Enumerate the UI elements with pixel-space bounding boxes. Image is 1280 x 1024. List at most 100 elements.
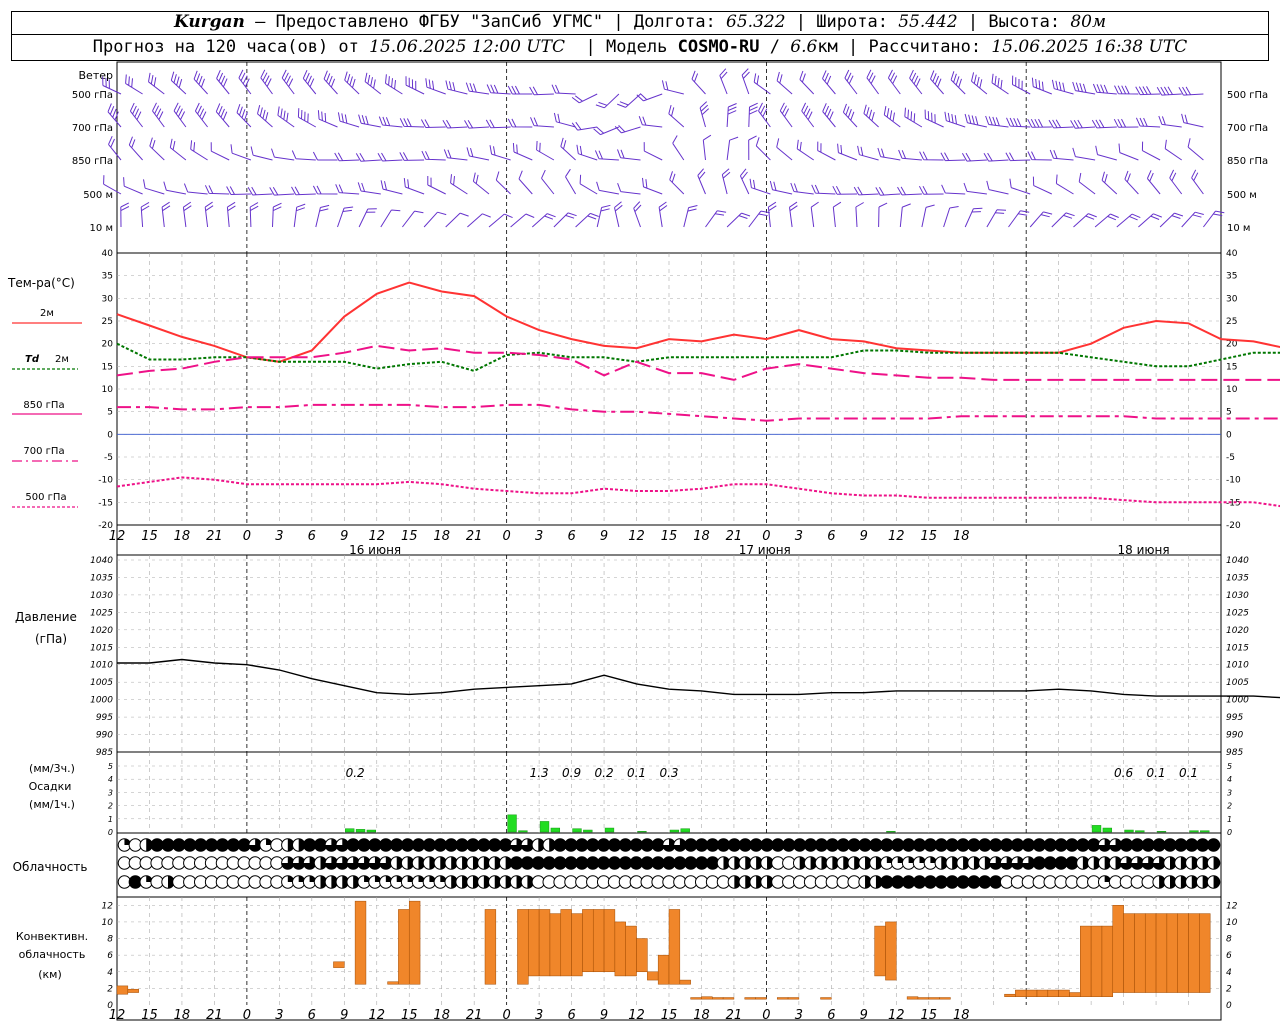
pressure-line (117, 658, 1280, 699)
wind-barb (898, 149, 922, 161)
wind-barb (269, 186, 295, 196)
wind-barb (489, 145, 511, 161)
wind-barb (790, 182, 814, 195)
precip-total-label: 0.2 (346, 766, 365, 780)
convective-bar (1058, 989, 1070, 997)
wind-barb (579, 174, 598, 195)
time-label-bottom: 9 (860, 1008, 868, 1023)
precip-bar (355, 829, 366, 833)
convective-bar (398, 909, 410, 985)
wind-barb (194, 102, 208, 128)
wind-barb (1095, 145, 1117, 161)
convective-bar (690, 997, 702, 1000)
wind-barb (1113, 118, 1139, 128)
wind-barb (776, 138, 793, 161)
wind-barb (617, 93, 641, 108)
time-label-bottom: 18 (174, 1008, 191, 1023)
time-label-top: 9 (340, 529, 348, 544)
convective-bar (528, 909, 540, 977)
wind-barb (721, 168, 731, 195)
wind-barb (636, 93, 663, 102)
wind-barb (789, 201, 798, 228)
precip-tick-left: 4 (108, 775, 113, 784)
wind-barb (425, 78, 446, 95)
convective-bar (647, 971, 659, 981)
precip-tick-right: 1 (1227, 815, 1232, 824)
precip-bar (345, 828, 355, 833)
wind-barb (445, 80, 468, 95)
wind-barb (638, 116, 663, 128)
pressure-tick-right: 995 (1226, 713, 1243, 723)
convective-bar (1188, 913, 1200, 993)
wind-barb (1031, 77, 1052, 95)
wind-level-10m-right: 10 м (1227, 223, 1250, 234)
legend-850-label: 850 гПа (23, 400, 64, 411)
meteogram-chart: Ветер 500 гПа 700 гПа 850 гПа 500 м 10 м… (7, 61, 1280, 1023)
cloud-symbol (1206, 856, 1221, 870)
wind-barb (964, 207, 983, 228)
time-label-bottom: 15 (661, 1008, 678, 1023)
conv-title-b: облачность (19, 948, 86, 961)
temp-tick-right: -5 (1226, 453, 1235, 463)
time-label-bottom: 0 (503, 1008, 511, 1023)
wind-barb (1138, 213, 1162, 228)
wind-barb (1092, 83, 1117, 95)
wind-barb (1135, 117, 1161, 128)
temp-series-line (116, 281, 1280, 363)
wind-barb (378, 116, 403, 128)
wind-barb (596, 204, 611, 228)
wind-barb (887, 69, 901, 95)
convective-bar (538, 909, 551, 977)
wind-barb (669, 171, 685, 195)
legend-700-label: 700 гПа (23, 446, 64, 457)
convective-bar (387, 981, 399, 985)
pressure-tick-right: 1025 (1226, 608, 1249, 618)
convective-bar (820, 997, 832, 1000)
wind-barb (739, 168, 750, 195)
convective-bar (939, 997, 951, 1000)
wind-barb (507, 85, 533, 95)
wind-barb (571, 93, 598, 104)
convective-bar (1036, 989, 1049, 997)
wind-barb (904, 107, 923, 128)
convective-bar (1199, 913, 1211, 993)
wind-barb (596, 181, 619, 195)
wind-barb (553, 212, 577, 228)
wind-barb (531, 213, 556, 228)
legend-2m-label: 2м (40, 308, 54, 319)
wind-level-500m-right: 500 м (1227, 190, 1257, 201)
time-label-top: 12 (368, 529, 385, 544)
temp-tick-left: 40 (102, 249, 114, 259)
wind-barb (950, 71, 966, 95)
wind-barb (633, 201, 642, 228)
precip-tick-right: 5 (1227, 762, 1232, 771)
precip-bar (604, 827, 615, 833)
wind-barb (1051, 212, 1075, 228)
precip-bar (1124, 829, 1134, 833)
wind-barb (1158, 115, 1182, 128)
wind-barb (140, 201, 150, 228)
temp-tick-left: 15 (102, 362, 113, 372)
temp-title: Тем-ра(°С) (7, 276, 75, 290)
wind-barb (323, 70, 338, 95)
convective-bar (333, 961, 345, 968)
wind-barb (961, 152, 987, 162)
wind-barb (445, 212, 469, 228)
convective-bar (549, 913, 562, 977)
time-label-bottom: 21 (466, 1008, 483, 1023)
time-label-top: 9 (860, 529, 868, 544)
convective-bar (722, 997, 735, 1000)
wind-barb (986, 180, 1009, 195)
wind-barb (877, 147, 901, 161)
wind-barb (748, 135, 757, 161)
cloud-symbols (117, 838, 1221, 889)
cloud-title: Облачность (13, 860, 88, 874)
wind-barb (344, 71, 360, 95)
time-label-top: 6 (308, 529, 316, 544)
wind-barb (399, 152, 425, 161)
wind-barb (758, 102, 771, 128)
wind-level-850hpa-right: 850 гПа (1227, 156, 1268, 167)
time-label-bottom: 0 (762, 1008, 770, 1023)
temp-tick-left: -15 (98, 498, 113, 508)
convective-bar (408, 900, 421, 985)
